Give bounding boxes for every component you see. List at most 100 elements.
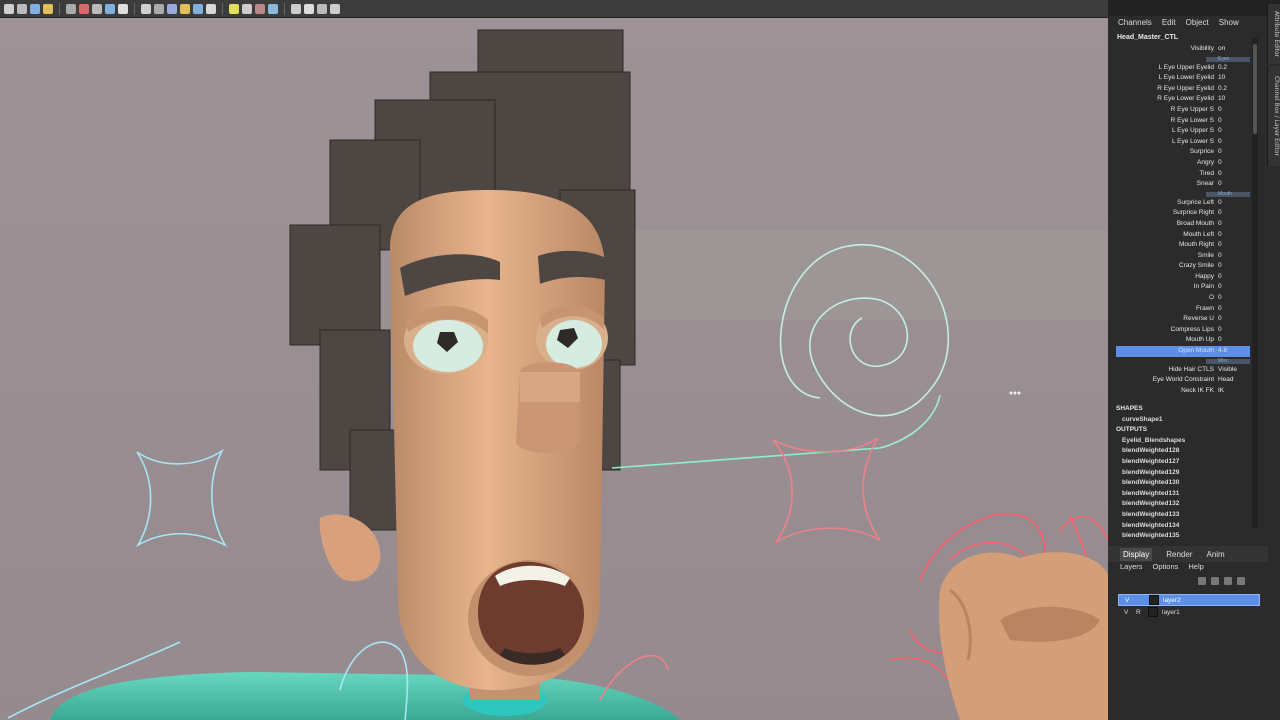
output-item[interactable]: Eyelid_Blendshapes (1116, 436, 1250, 447)
menu-show[interactable]: Show (1219, 18, 1239, 27)
attribute-value[interactable]: 0 (1216, 251, 1250, 262)
output-item[interactable]: blendWeighted134 (1116, 521, 1250, 532)
attribute-row[interactable]: R Eye Upper Eyelid 0.2 (1116, 84, 1250, 95)
layer-row[interactable]: Vlayer2 (1118, 594, 1260, 606)
attribute-row[interactable]: Snear 0 (1116, 179, 1250, 190)
new-layer-icon[interactable] (1198, 577, 1206, 585)
attribute-row[interactable]: Surprice 0 (1116, 147, 1250, 158)
output-item[interactable]: blendWeighted129 (1116, 468, 1250, 479)
output-item[interactable]: blendWeighted127 (1116, 457, 1250, 468)
output-item[interactable]: blendWeighted133 (1116, 510, 1250, 521)
attribute-row[interactable]: L Eye Upper S0 (1116, 126, 1250, 137)
attribute-row[interactable]: Angry 0 (1116, 158, 1250, 169)
attribute-value[interactable]: 10 (1216, 94, 1250, 105)
attribute-row[interactable]: L Eye Lower S0 (1116, 137, 1250, 148)
menu-options[interactable]: Options (1153, 562, 1179, 571)
shadows-icon[interactable] (242, 3, 252, 14)
snap-curve-icon[interactable] (79, 3, 89, 14)
attribute-value[interactable]: 0 (1216, 137, 1250, 148)
ambient-occlusion-icon[interactable] (255, 3, 265, 14)
attribute-value[interactable]: 0.2 (1216, 63, 1250, 74)
tab-anim[interactable]: Anim (1206, 550, 1224, 559)
grid-icon[interactable] (317, 3, 327, 14)
output-item[interactable]: blendWeighted130 (1116, 478, 1250, 489)
paint-tool-icon[interactable] (30, 3, 40, 14)
attribute-value[interactable]: 0 (1216, 198, 1250, 209)
attribute-row[interactable]: L Eye Lower Eyelid 10 (1116, 73, 1250, 84)
attribute-row[interactable]: R Eye Upper S0 (1116, 105, 1250, 116)
attribute-row[interactable]: Surprice Left 0 (1116, 198, 1250, 209)
attribute-value[interactable]: 0 (1216, 314, 1250, 325)
attribute-value[interactable]: 0 (1216, 272, 1250, 283)
attribute-row[interactable]: Compress Lips 0 (1116, 325, 1250, 336)
attribute-value[interactable]: 0 (1216, 304, 1250, 315)
render-settings-icon[interactable] (154, 3, 164, 14)
new-layer-selected-icon[interactable] (1211, 577, 1219, 585)
attribute-value[interactable]: 0 (1216, 282, 1250, 293)
output-item[interactable]: blendWeighted135 (1116, 531, 1250, 542)
attribute-value[interactable]: 0.2 (1216, 84, 1250, 95)
attribute-value[interactable]: 0 (1216, 169, 1250, 180)
attribute-row[interactable]: Crazy Smile 0 (1116, 261, 1250, 272)
attribute-value[interactable]: Head (1216, 375, 1250, 386)
fullscreen-icon[interactable] (330, 3, 340, 14)
layer-color-swatch[interactable] (1149, 595, 1159, 605)
menu-channels[interactable]: Channels (1118, 18, 1152, 27)
attribute-value[interactable]: IK (1216, 386, 1250, 397)
textured-icon[interactable] (206, 3, 216, 14)
attribute-row[interactable]: Hide Hair CTLS Visible (1116, 365, 1250, 376)
wireframe-icon[interactable] (180, 3, 190, 14)
layer-type-toggle[interactable]: R (1136, 609, 1144, 616)
3d-viewport[interactable] (0, 18, 1108, 720)
attribute-row[interactable]: Eye World Constraint Head (1116, 375, 1250, 386)
render-view-icon[interactable] (105, 3, 115, 14)
attribute-row[interactable]: R Eye Lower Eyelid 10 (1116, 94, 1250, 105)
attribute-value[interactable]: 0 (1216, 293, 1250, 304)
attribute-value[interactable]: 0 (1216, 105, 1250, 116)
attribute-row[interactable]: Neck IK FK IK (1116, 386, 1250, 397)
layer-color-swatch[interactable] (1148, 607, 1158, 617)
select-tool-icon[interactable] (4, 3, 14, 14)
menu-help[interactable]: Help (1188, 562, 1203, 571)
attribute-value[interactable]: 0 (1216, 126, 1250, 137)
attribute-value[interactable]: 4.8 (1216, 346, 1250, 357)
attribute-row[interactable]: Open Mouth 4.8 (1116, 346, 1250, 357)
xray-icon[interactable] (268, 3, 278, 14)
move-tool-icon[interactable] (43, 3, 53, 14)
layer-move-up-icon[interactable] (1224, 577, 1232, 585)
camera-icon[interactable] (304, 3, 314, 14)
attribute-value[interactable]: Visible (1216, 365, 1250, 376)
layer-visibility-toggle[interactable]: V (1124, 609, 1132, 616)
attribute-row[interactable]: Frawn 0 (1116, 304, 1250, 315)
attribute-row[interactable]: R Eye Lower S0 (1116, 116, 1250, 127)
channel-box-tab[interactable]: Channel Box / Layer Editor (1267, 66, 1280, 166)
lights-icon[interactable] (229, 3, 239, 14)
attribute-value[interactable]: 0 (1216, 325, 1250, 336)
layer-visibility-toggle[interactable]: V (1125, 597, 1133, 604)
render-current-icon[interactable] (118, 3, 128, 14)
attribute-value[interactable]: 0 (1216, 219, 1250, 230)
output-item[interactable]: blendWeighted132 (1116, 499, 1250, 510)
smooth-shade-icon[interactable] (193, 3, 203, 14)
attribute-row[interactable]: O0 (1116, 293, 1250, 304)
menu-object[interactable]: Object (1186, 18, 1209, 27)
ipr-render-icon[interactable] (141, 3, 151, 14)
attribute-row[interactable]: Broad Mouth 0 (1116, 219, 1250, 230)
attribute-row[interactable]: Mouth Up 0 (1116, 335, 1250, 346)
menu-layers[interactable]: Layers (1120, 562, 1143, 571)
scrollbar-thumb[interactable] (1253, 44, 1257, 134)
attribute-value[interactable]: on (1216, 44, 1250, 55)
shape-item[interactable]: curveShape1 (1116, 415, 1250, 426)
attribute-row[interactable]: In Pain 0 (1116, 282, 1250, 293)
attribute-row[interactable]: Tired 0 (1116, 169, 1250, 180)
attribute-value[interactable]: 0 (1216, 158, 1250, 169)
attribute-value[interactable]: 0 (1216, 230, 1250, 241)
snap-grid-icon[interactable] (66, 3, 76, 14)
menu-edit[interactable]: Edit (1162, 18, 1176, 27)
attribute-row[interactable]: Visibility on (1116, 44, 1250, 55)
attribute-value[interactable]: 0 (1216, 116, 1250, 127)
attribute-value[interactable]: 0 (1216, 240, 1250, 251)
snap-point-icon[interactable] (92, 3, 102, 14)
attribute-value[interactable]: 10 (1216, 73, 1250, 84)
tab-render[interactable]: Render (1166, 550, 1192, 559)
